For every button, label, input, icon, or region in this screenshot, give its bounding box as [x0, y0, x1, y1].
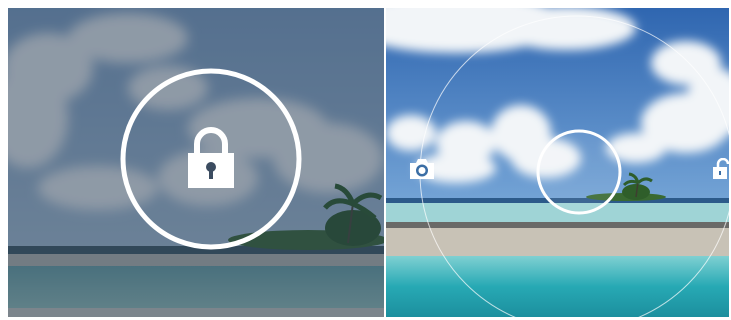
- lock-open-icon[interactable]: [712, 158, 729, 180]
- camera-icon[interactable]: [408, 158, 436, 180]
- lock-closed-icon: [186, 126, 236, 188]
- lock-screen-locked: [8, 8, 384, 317]
- lock-screen-unlock-ring: [386, 8, 729, 317]
- center-handle[interactable]: [536, 129, 622, 215]
